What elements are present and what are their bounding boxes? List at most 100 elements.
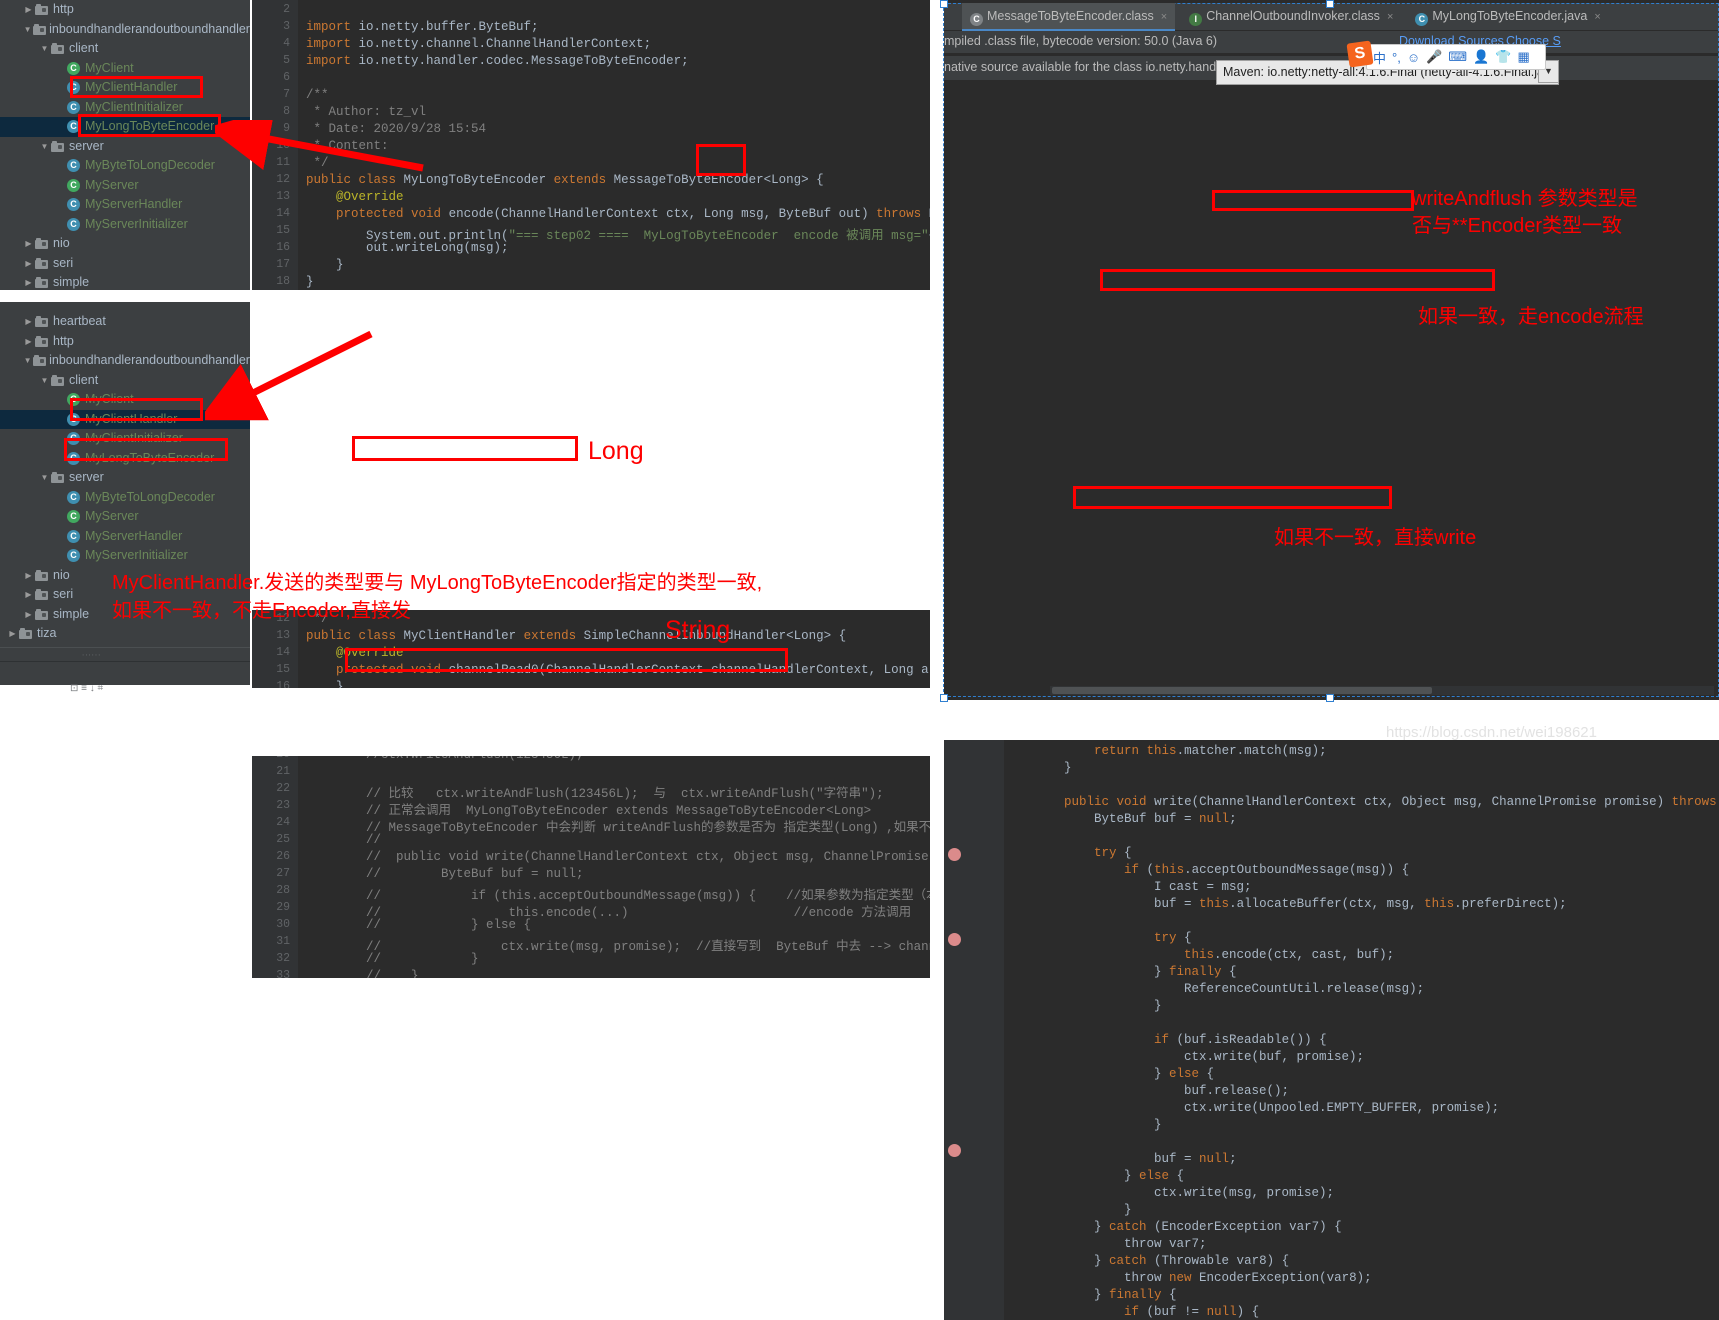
code-line[interactable]: throw new EncoderException(var8); [1004,1271,1372,1285]
close-icon[interactable]: × [1387,11,1393,23]
chevron-right-icon[interactable]: ▶ [22,312,35,332]
tree-item-server[interactable]: ▼ server [0,468,250,488]
code-line[interactable]: import io.netty.channel.ChannelHandlerCo… [306,37,651,51]
breakpoint-acceptOutboundMessage[interactable] [948,848,961,861]
code-line[interactable]: public void write(ChannelHandlerContext … [1004,795,1717,809]
code-line[interactable]: buf = null; [1004,1152,1237,1166]
code-line[interactable]: public class MyClientHandler extends Sim… [306,629,846,643]
ime-button-☺[interactable]: ☺ [1407,50,1420,65]
tree-bottom-splitter[interactable] [0,647,250,662]
chevron-right-icon[interactable]: ▶ [22,234,35,254]
tree-item-MyServer[interactable]: C MyServer [0,507,250,527]
breakpoint-ctx-write[interactable] [948,1144,961,1157]
close-icon[interactable]: × [1161,11,1167,23]
code-line[interactable]: import io.netty.handler.codec.MessageToB… [306,54,689,68]
project-tree-top-panel[interactable]: ▶ http ▼ inboundhandlerandoutboundhandler ▼ c… [0,0,250,290]
ime-button-中[interactable]: 中 [1373,48,1386,67]
tree-item-MyServer[interactable]: C MyServer [0,176,250,196]
code-line[interactable]: ctx.write(Unpooled.EMPTY_BUFFER, promise… [1004,1101,1499,1115]
right-panel-code[interactable]: return this.matcher.match(msg); } public… [944,740,1719,1320]
code-line[interactable]: } catch (EncoderException var7) { [1004,1220,1342,1234]
tree-item-server[interactable]: ▼ server [0,137,250,157]
tree-item-client[interactable]: ▼ client [0,39,250,59]
code-line[interactable]: // } else { [306,918,531,932]
code-line[interactable]: } else { [1004,1169,1184,1183]
tree-item-MyServerInitializer[interactable]: C MyServerInitializer [0,546,250,566]
code-line[interactable]: if (buf != null) { [1004,1305,1259,1319]
tree-item-simple[interactable]: ▶ simple [0,273,250,290]
code-line[interactable]: import io.netty.buffer.ByteBuf; [306,20,539,34]
tree-item-tiza[interactable]: ▶ tiza [0,624,250,644]
code-line[interactable]: throw var7; [1004,1237,1207,1251]
chevron-down-icon[interactable]: ▼ [22,20,33,40]
chevron-down-icon[interactable]: ▼ [22,351,33,371]
selection-handle-tl[interactable] [940,0,948,8]
chevron-right-icon[interactable]: ▶ [22,585,35,605]
selection-handle-bl[interactable] [940,694,948,702]
ime-button-🎤[interactable]: 🎤 [1426,49,1442,65]
tab-MyLongToByteEncoder.java[interactable]: C MyLongToByteEncoder.java × [1407,3,1608,29]
code-line[interactable]: // MessageToByteEncoder 中会判断 writeAndFlu… [306,816,930,835]
chevron-down-icon[interactable]: ▼ [38,137,51,157]
code-line[interactable]: } [1004,761,1072,775]
close-icon[interactable]: × [1594,11,1600,23]
tab-MessageToByteEncoder.class[interactable]: C MessageToByteEncoder.class × [962,3,1176,31]
tree-item-inboundhandlerandoutboundhandler[interactable]: ▼ inboundhandlerandoutboundhandler [0,20,250,40]
code-line[interactable]: // } [306,969,419,978]
tree-item-MyServerHandler[interactable]: C MyServerHandler [0,195,250,215]
breakpoint-this-encode[interactable] [948,933,961,946]
code-line[interactable]: // public void write(ChannelHandlerConte… [306,850,930,864]
chevron-right-icon[interactable]: ▶ [22,254,35,274]
code-line[interactable]: } [306,275,314,289]
ime-button-▦[interactable]: ▦ [1517,49,1529,65]
ime-button-👕[interactable]: 👕 [1495,49,1511,65]
chevron-right-icon[interactable]: ▶ [22,273,35,290]
tree-item-MyByteToLongDecoder[interactable]: C MyByteToLongDecoder [0,156,250,176]
chevron-right-icon[interactable]: ▶ [6,624,19,644]
tab-ChannelOutboundInvoker.class[interactable]: I ChannelOutboundInvoker.class × [1181,3,1401,29]
code-line[interactable]: ByteBuf buf = null; [1004,812,1237,826]
code-line[interactable]: // [306,833,381,847]
tree-item-seri[interactable]: ▶ seri [0,254,250,274]
code-line[interactable]: } finally { [1004,965,1237,979]
code-line[interactable]: if (this.acceptOutboundMessage(msg)) { [1004,863,1409,877]
tree-item-nio[interactable]: ▶ nio [0,234,250,254]
code-line[interactable]: try { [1004,931,1192,945]
code-line[interactable]: * Author: tz_vl [306,105,427,119]
code-line[interactable]: I cast = msg; [1004,880,1252,894]
code-line[interactable]: } [306,258,344,272]
code-line[interactable]: if (buf.isReadable()) { [1004,1033,1327,1047]
tree-item-http[interactable]: ▶ http [0,0,250,20]
selection-handle-bm[interactable] [1326,694,1334,702]
code-line[interactable]: ctx.write(msg, promise); [1004,1186,1334,1200]
sogou-ime-toolbar[interactable]: 中 °, ☺ 🎤 ⌨ 👤 👕 ▦ [1366,44,1546,70]
chevron-down-icon[interactable]: ▼ [38,468,51,488]
chevron-down-icon[interactable]: ▼ [38,39,51,59]
chevron-right-icon[interactable]: ▶ [22,605,35,625]
code-line[interactable]: } [1004,1203,1132,1217]
chevron-right-icon[interactable]: ▶ [22,566,35,586]
tree-item-heartbeat[interactable]: ▶ heartbeat [0,312,250,332]
code-line[interactable]: buf = this.allocateBuffer(ctx, msg, this… [1004,897,1567,911]
ime-button-°,[interactable]: °, [1392,50,1401,65]
right-panel-hscrollbar-thumb[interactable] [1052,687,1432,694]
code-line[interactable]: } catch (Throwable var8) { [1004,1254,1289,1268]
tree-item-MyServerHandler[interactable]: C MyServerHandler [0,527,250,547]
code-line[interactable]: } [1004,1118,1162,1132]
right-editor-gutter[interactable] [944,740,1004,1320]
ime-button-⌨[interactable]: ⌨ [1448,49,1467,65]
chevron-down-icon[interactable]: ▼ [38,371,51,391]
code-line[interactable]: // } [306,952,479,966]
code-line[interactable]: ReferenceCountUtil.release(msg); [1004,982,1424,996]
chevron-right-icon[interactable]: ▶ [22,332,35,352]
code-line[interactable]: buf.release(); [1004,1084,1289,1098]
code-line[interactable]: try { [1004,846,1132,860]
chevron-right-icon[interactable]: ▶ [22,0,35,20]
code-line[interactable]: ctx.write(buf, promise); [1004,1050,1364,1064]
ime-button-👤[interactable]: 👤 [1473,49,1489,65]
code-line[interactable]: } finally { [1004,1288,1177,1302]
tree-item-MyServerInitializer[interactable]: C MyServerInitializer [0,215,250,235]
code-line[interactable]: this.encode(ctx, cast, buf); [1004,948,1394,962]
tree-item-MyByteToLongDecoder[interactable]: C MyByteToLongDecoder [0,488,250,508]
code-line[interactable]: } else { [1004,1067,1214,1081]
